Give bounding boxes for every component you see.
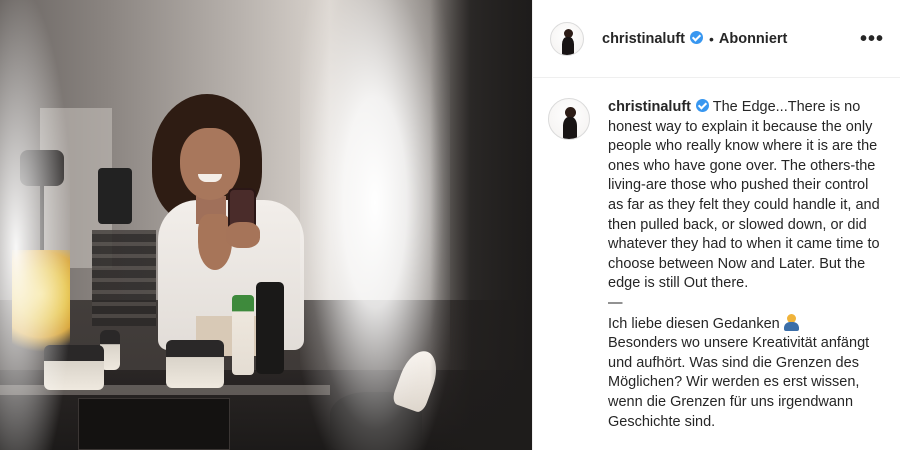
photo-camera [98, 168, 132, 224]
more-options-icon[interactable]: ••• [860, 29, 884, 49]
photo-shadow [430, 0, 532, 450]
caption-username[interactable]: christinaluft [608, 99, 691, 115]
photo-light-center [300, 0, 450, 450]
avatar-body [563, 117, 577, 139]
post-sidebar: christinaluft • Abonniert ••• christinal… [532, 0, 900, 450]
post-image[interactable] [0, 0, 532, 450]
photo-bottle [232, 295, 254, 375]
caption-paragraph-de-1: Ich liebe diesen Gedanken [608, 315, 780, 332]
caption-avatar[interactable] [548, 98, 590, 140]
caption-text: christinaluft The Edge...There is no hon… [608, 98, 884, 432]
verified-badge-icon [689, 30, 703, 44]
header-separator: • [708, 30, 714, 47]
verified-badge-icon [695, 99, 709, 112]
photo-bottle [256, 282, 284, 374]
header-username-link[interactable]: christinaluft [602, 30, 703, 47]
avatar[interactable] [550, 21, 584, 56]
photo-jar [166, 340, 224, 388]
caption-block: christinaluft The Edge...There is no hon… [533, 78, 900, 432]
avatar-body [562, 36, 574, 55]
photo-drawer [78, 398, 230, 450]
photo-hand [226, 222, 260, 248]
caption-paragraph-en: The Edge...There is no honest way to exp… [608, 99, 880, 292]
caption-divider: — [608, 294, 623, 311]
instagram-post: christinaluft • Abonniert ••• christinal… [0, 0, 900, 450]
person-raising-hand-emoji-icon [783, 313, 800, 331]
photo-rack [92, 230, 156, 326]
following-button[interactable]: Abonniert [719, 31, 787, 47]
photo-light-left [0, 0, 70, 450]
caption-paragraph-de-2: Besonders wo unsere Kreativität anfängt … [608, 335, 870, 430]
header-username[interactable]: christinaluft [602, 31, 685, 47]
post-header: christinaluft • Abonniert ••• [533, 0, 900, 78]
